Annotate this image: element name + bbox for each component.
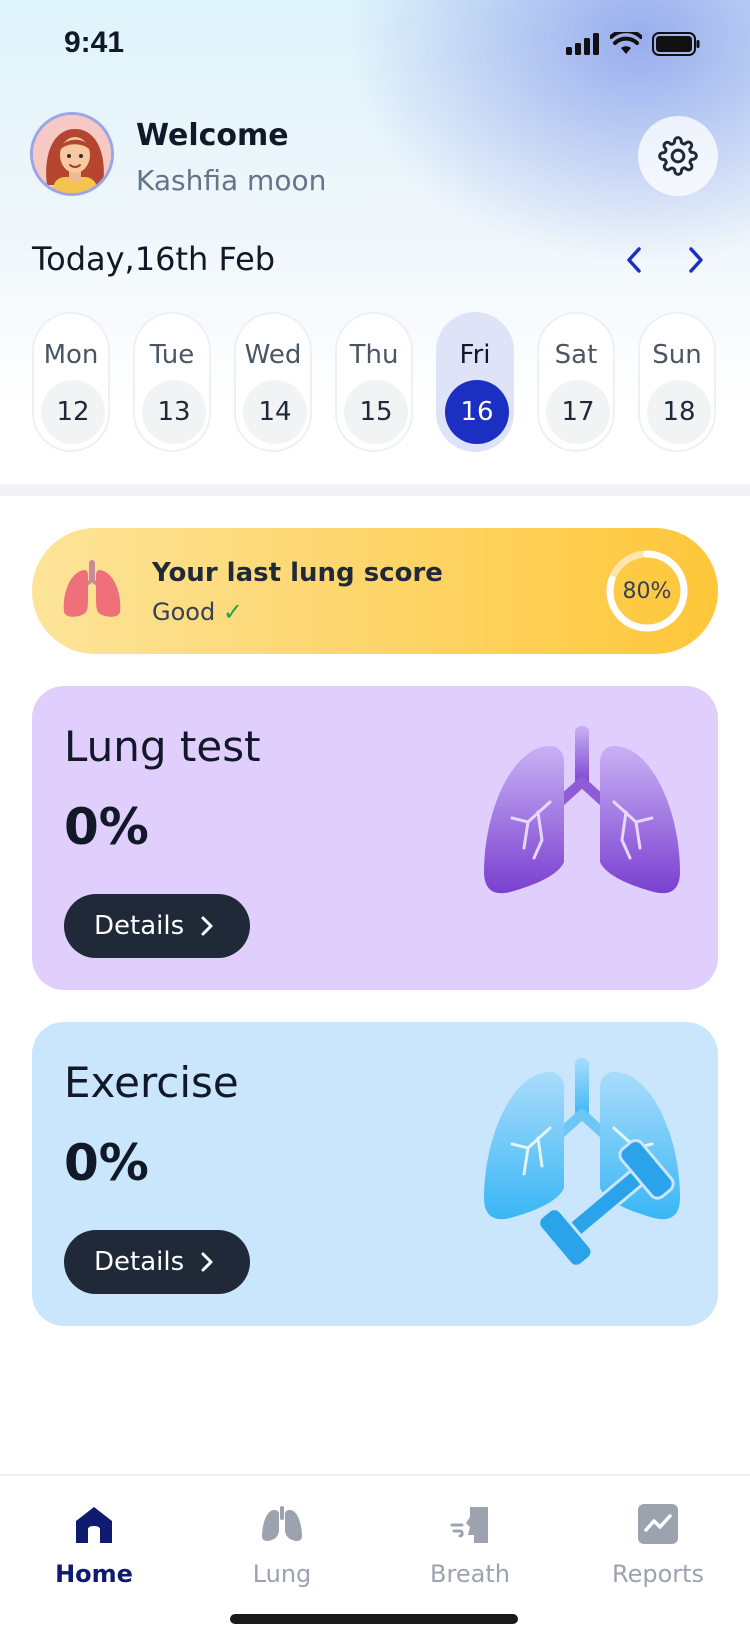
tab-label: Reports bbox=[611, 1560, 705, 1588]
prev-week-button[interactable] bbox=[616, 242, 652, 278]
day-name: Thu bbox=[349, 340, 399, 370]
battery-icon bbox=[652, 32, 700, 56]
signal-icon bbox=[566, 33, 599, 55]
day-number: 13 bbox=[142, 380, 206, 444]
tab-label: Breath bbox=[430, 1560, 510, 1588]
avatar[interactable] bbox=[30, 112, 114, 196]
day-name: Mon bbox=[43, 340, 99, 370]
day-number: 14 bbox=[243, 380, 307, 444]
week-day-selector: Mon 12 Tue 13 Wed 14 Thu 15 Fri 16 Sat 1… bbox=[32, 312, 718, 452]
chevron-right-icon bbox=[689, 247, 703, 273]
lungs-illustration bbox=[484, 726, 680, 894]
score-percent: 80% bbox=[622, 578, 672, 604]
status-icons bbox=[566, 32, 700, 56]
score-title: Your last lung score bbox=[152, 558, 443, 588]
gear-icon bbox=[658, 136, 698, 176]
section-divider bbox=[0, 484, 750, 496]
settings-button[interactable] bbox=[638, 116, 718, 196]
details-label: Details bbox=[94, 1247, 185, 1277]
day-fri-selected[interactable]: Fri 16 bbox=[436, 312, 514, 452]
day-wed[interactable]: Wed 14 bbox=[234, 312, 312, 452]
wifi-icon bbox=[610, 32, 642, 54]
day-number: 17 bbox=[546, 380, 610, 444]
tab-home[interactable]: Home bbox=[0, 1476, 188, 1606]
lung-test-value: 0% bbox=[64, 798, 149, 856]
breath-icon bbox=[444, 1498, 496, 1550]
day-mon[interactable]: Mon 12 bbox=[32, 312, 110, 452]
score-status-text: Good bbox=[152, 598, 216, 626]
home-indicator bbox=[230, 1614, 518, 1624]
lung-icon bbox=[256, 1498, 308, 1550]
next-week-button[interactable] bbox=[678, 242, 714, 278]
tab-reports[interactable]: Reports bbox=[564, 1476, 750, 1606]
tab-lung[interactable]: Lung bbox=[188, 1476, 376, 1606]
status-time: 9:41 bbox=[64, 26, 125, 59]
lung-score-card[interactable]: Your last lung score Good ✓ 80% bbox=[32, 528, 718, 654]
day-number: 12 bbox=[41, 380, 105, 444]
check-icon: ✓ bbox=[222, 598, 243, 626]
reports-icon bbox=[632, 1498, 684, 1550]
exercise-card[interactable]: Exercise 0% Details bbox=[32, 1022, 718, 1326]
lungs-dumbbell-illustration bbox=[484, 1058, 680, 1268]
lung-test-title: Lung test bbox=[64, 722, 261, 771]
day-name: Fri bbox=[459, 340, 491, 370]
day-number: 15 bbox=[344, 380, 408, 444]
chevron-right-icon bbox=[201, 916, 213, 936]
welcome-text: Welcome bbox=[136, 118, 289, 153]
day-name: Wed bbox=[244, 340, 302, 370]
lung-test-details-button[interactable]: Details bbox=[64, 894, 250, 958]
tab-label: Lung bbox=[252, 1560, 312, 1588]
day-name: Tue bbox=[149, 340, 195, 370]
day-sun[interactable]: Sun 18 bbox=[638, 312, 716, 452]
day-number: 16 bbox=[445, 380, 509, 444]
details-label: Details bbox=[94, 911, 185, 941]
day-name: Sun bbox=[652, 340, 702, 370]
lungs-emoji-icon bbox=[63, 560, 121, 617]
day-number: 18 bbox=[647, 380, 711, 444]
tab-breath[interactable]: Breath bbox=[376, 1476, 564, 1606]
status-bar: 9:41 bbox=[0, 0, 750, 92]
chevron-left-icon bbox=[627, 247, 641, 273]
exercise-details-button[interactable]: Details bbox=[64, 1230, 250, 1294]
day-name: Sat bbox=[554, 340, 598, 370]
exercise-value: 0% bbox=[64, 1134, 149, 1192]
exercise-title: Exercise bbox=[64, 1058, 239, 1107]
date-title: Today,16th Feb bbox=[32, 240, 276, 278]
lung-test-card[interactable]: Lung test 0% Details bbox=[32, 686, 718, 990]
chevron-right-icon bbox=[201, 1252, 213, 1272]
tab-label: Home bbox=[55, 1560, 133, 1588]
day-tue[interactable]: Tue 13 bbox=[133, 312, 211, 452]
username: Kashfia moon bbox=[136, 164, 327, 197]
home-icon bbox=[68, 1498, 120, 1550]
score-status: Good ✓ bbox=[152, 598, 243, 626]
day-sat[interactable]: Sat 17 bbox=[537, 312, 615, 452]
day-thu[interactable]: Thu 15 bbox=[335, 312, 413, 452]
